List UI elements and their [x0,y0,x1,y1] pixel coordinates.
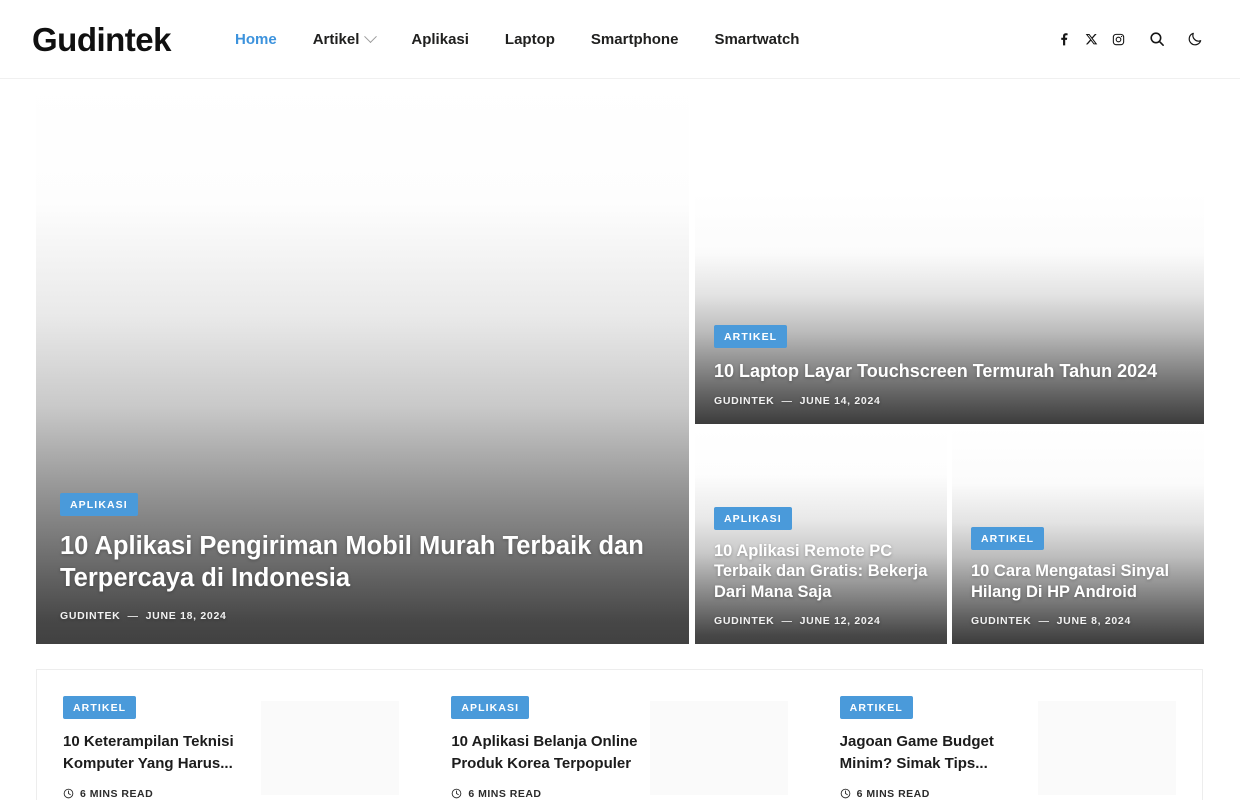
strip-item-text: ARTIKEL Jagoan Game Budget Minim? Simak … [839,696,1030,800]
card-author[interactable]: GUDINTEK [714,615,774,627]
nav-item-smartphone[interactable]: Smartphone [573,31,697,48]
card-title[interactable]: 10 Aplikasi Remote PC Terbaik dan Gratis… [714,541,928,603]
featured-card-main[interactable]: APLIKASI 10 Aplikasi Pengiriman Mobil Mu… [36,79,689,644]
card-meta: GUDINTEK — JUNE 18, 2024 [60,610,665,622]
strip-item-meta: 6 MINS READ [451,788,641,800]
category-badge[interactable]: ARTIKEL [63,696,137,720]
nav-label: Artikel [312,30,360,48]
nav-item-artikel[interactable]: Artikel [295,29,394,48]
card-meta: GUDINTEK — JUNE 8, 2024 [971,615,1185,627]
strip-item-1[interactable]: APLIKASI 10 Aplikasi Belanja Online Prod… [425,670,813,800]
moon-icon[interactable] [1181,26,1208,53]
meta-separator: — [781,395,793,407]
card-title[interactable]: 10 Aplikasi Pengiriman Mobil Murah Terba… [60,530,665,594]
read-time-label: 6 MINS READ [468,787,542,800]
category-badge[interactable]: APLIKASI [451,696,530,720]
card-title[interactable]: 10 Laptop Layar Touchscreen Termurah Tah… [714,360,1185,383]
nav-label: Smartphone [590,30,679,48]
clock-icon [63,788,74,799]
strip-item-text: ARTIKEL 10 Keterampilan Teknisi Komputer… [63,696,253,800]
chevron-down-icon [364,29,378,43]
card-meta: GUDINTEK — JUNE 14, 2024 [714,395,1185,407]
card-body: ARTIKEL 10 Cara Mengatasi Sinyal Hilang … [952,527,1204,644]
card-title[interactable]: 10 Cara Mengatasi Sinyal Hilang Di HP An… [971,561,1185,603]
header-actions [1051,26,1208,53]
nav-item-home[interactable]: Home [217,31,295,48]
meta-separator: — [1038,615,1050,627]
x-twitter-icon[interactable] [1078,26,1105,53]
thumbnail-placeholder[interactable] [261,701,400,795]
nav-item-aplikasi[interactable]: Aplikasi [393,31,487,48]
card-date: JUNE 8, 2024 [1056,615,1131,627]
instagram-icon[interactable] [1105,26,1132,53]
nav-label: Smartwatch [714,30,800,48]
nav-label: Laptop [504,30,555,48]
featured-card-top-right[interactable]: ARTIKEL 10 Laptop Layar Touchscreen Term… [695,193,1204,424]
category-badge[interactable]: APLIKASI [60,492,138,516]
card-body: APLIKASI 10 Aplikasi Pengiriman Mobil Mu… [36,492,689,644]
strip-item-title[interactable]: 10 Keterampilan Teknisi Komputer Yang Ha… [63,731,253,775]
featured-card-bottom-left[interactable]: APLIKASI 10 Aplikasi Remote PC Terbaik d… [695,427,947,644]
category-badge[interactable]: ARTIKEL [714,325,788,349]
strip-item-text: APLIKASI 10 Aplikasi Belanja Online Prod… [451,696,641,800]
strip-item-meta: 6 MINS READ [63,788,253,800]
card-author[interactable]: GUDINTEK [714,395,774,407]
strip-item-meta: 6 MINS READ [840,788,1030,800]
read-time-label: 6 MINS READ [856,787,930,800]
card-date: JUNE 14, 2024 [799,395,881,407]
strip-item-title[interactable]: Jagoan Game Budget Minim? Simak Tips... [840,731,1030,775]
featured-card-bottom-right[interactable]: ARTIKEL 10 Cara Mengatasi Sinyal Hilang … [952,427,1204,644]
card-date: JUNE 18, 2024 [145,610,227,622]
strip-item-0[interactable]: ARTIKEL 10 Keterampilan Teknisi Komputer… [37,670,425,800]
card-meta: GUDINTEK — JUNE 12, 2024 [714,615,928,627]
category-badge[interactable]: APLIKASI [714,506,792,530]
search-icon[interactable] [1143,26,1170,53]
facebook-icon[interactable] [1051,26,1078,53]
thumbnail-placeholder[interactable] [649,701,788,795]
category-badge[interactable]: ARTIKEL [971,527,1045,551]
card-author[interactable]: GUDINTEK [60,610,120,622]
card-image-overlay: ARTIKEL 10 Cara Mengatasi Sinyal Hilang … [952,427,1204,644]
clock-icon [840,788,850,799]
nav-label: Home [235,30,277,48]
card-body: APLIKASI 10 Aplikasi Remote PC Terbaik d… [695,506,947,644]
nav-item-laptop[interactable]: Laptop [487,31,573,48]
strip-item-title[interactable]: 10 Aplikasi Belanja Online Produk Korea … [451,731,641,775]
strip-item-2[interactable]: ARTIKEL Jagoan Game Budget Minim? Simak … [814,670,1202,800]
site-logo[interactable]: Gudintek [32,23,172,56]
card-image-overlay: ARTIKEL 10 Laptop Layar Touchscreen Term… [695,193,1204,424]
card-image-overlay: APLIKASI 10 Aplikasi Remote PC Terbaik d… [695,427,947,644]
card-author[interactable]: GUDINTEK [971,615,1031,627]
featured-posts-grid: APLIKASI 10 Aplikasi Pengiriman Mobil Mu… [0,79,1240,800]
nav-label: Aplikasi [411,30,469,48]
thumbnail-placeholder[interactable] [1037,701,1176,795]
read-time-label: 6 MINS READ [80,787,154,800]
meta-separator: — [127,610,139,622]
category-badge[interactable]: ARTIKEL [839,696,913,720]
card-image-overlay: APLIKASI 10 Aplikasi Pengiriman Mobil Mu… [36,79,689,644]
card-date: JUNE 12, 2024 [799,615,881,627]
recent-posts-strip: ARTIKEL 10 Keterampilan Teknisi Komputer… [36,669,1203,800]
main-navigation: Home Artikel Aplikasi Laptop Smartphone … [217,29,817,48]
site-header: Gudintek Home Artikel Aplikasi Laptop Sm… [0,0,1240,79]
nav-item-smartwatch[interactable]: Smartwatch [696,31,817,48]
card-body: ARTIKEL 10 Laptop Layar Touchscreen Term… [695,325,1204,424]
meta-separator: — [781,615,793,627]
clock-icon [452,788,462,799]
